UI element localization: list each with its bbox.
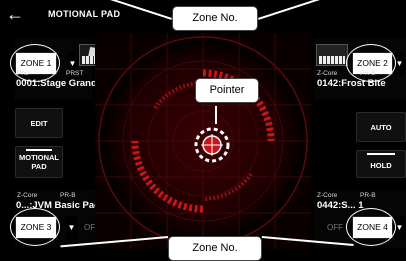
hold-button-label: HOLD <box>370 161 392 170</box>
screen-title: MOTIONAL PAD <box>48 9 121 19</box>
motional-pad-label-line1: MOTIONAL <box>19 153 59 162</box>
zone4-off-toggle[interactable]: OFF <box>323 219 347 236</box>
zone2-highlight-ring <box>346 44 396 82</box>
motional-pad-area[interactable] <box>95 33 311 249</box>
zone3-highlight-ring <box>10 208 60 246</box>
auto-button[interactable]: AUTO <box>356 112 406 142</box>
zone1-bank: PRST <box>66 70 84 77</box>
hold-button[interactable]: HOLD <box>356 150 406 178</box>
motional-pad-button[interactable]: MOTIONAL PAD <box>15 146 63 178</box>
zone1-highlight-ring <box>10 44 60 82</box>
zone3-category: Z-Core <box>17 192 38 199</box>
pointer-callout: Pointer <box>195 78 259 103</box>
zone-no-callout-top: Zone No. <box>172 6 258 31</box>
edit-button-label: EDIT <box>30 119 48 128</box>
arrow-left-icon[interactable]: ← <box>4 4 26 24</box>
zone4-tone-name[interactable]: 0442:S... 1 <box>317 200 363 211</box>
zone4-category: Z-Core <box>317 192 338 199</box>
zone4-bank: PR-B <box>360 192 376 199</box>
leader-line-pointer <box>215 106 217 124</box>
auto-button-label: AUTO <box>370 123 392 132</box>
edit-button[interactable]: EDIT <box>15 108 63 138</box>
zone2-category: Z-Core <box>317 70 338 77</box>
zone-no-callout-bottom: Zone No. <box>168 236 262 261</box>
motional-pad-label-line2: PAD <box>31 162 47 171</box>
zone3-bank: PR-B <box>60 192 76 199</box>
zone3-dropdown-icon[interactable]: ▼ <box>66 216 77 239</box>
synth-thumbnail <box>316 44 348 66</box>
zone4-highlight-ring <box>346 208 396 246</box>
